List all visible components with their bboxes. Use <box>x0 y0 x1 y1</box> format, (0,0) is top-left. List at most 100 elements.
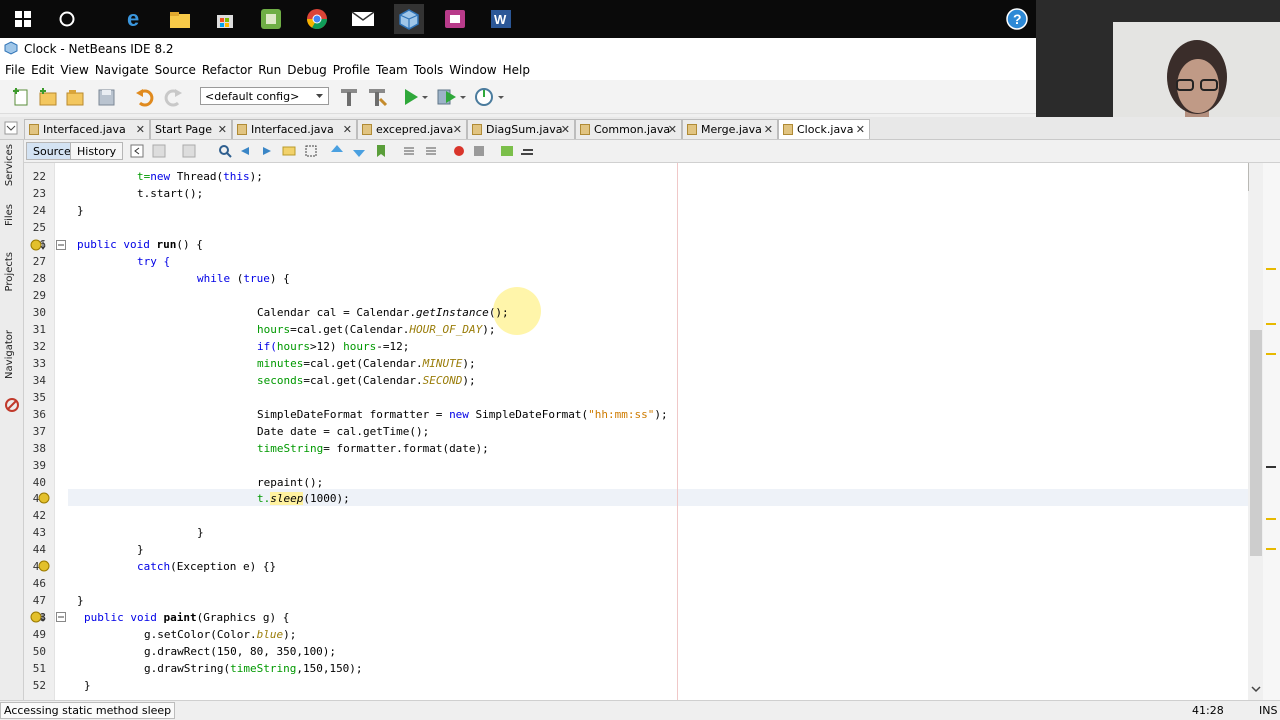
stop-macro-icon[interactable] <box>472 144 486 158</box>
debug-dropdown-icon[interactable] <box>458 87 468 107</box>
run-dropdown-icon[interactable] <box>420 87 430 107</box>
back-icon[interactable] <box>152 144 166 158</box>
open-project-icon[interactable] <box>64 87 86 107</box>
next-bookmark-icon[interactable] <box>352 144 366 158</box>
override-marker-icon[interactable] <box>30 239 48 254</box>
debug-project-icon[interactable] <box>436 87 458 107</box>
close-icon[interactable]: ✕ <box>218 123 227 136</box>
tab-common-java[interactable]: Common.java ✕ <box>575 119 682 139</box>
help-tray-icon[interactable]: ? <box>1002 4 1032 34</box>
tab-excepred-java[interactable]: excepred.java ✕ <box>357 119 467 139</box>
tab-clock-java[interactable]: Clock.java ✕ <box>778 119 870 139</box>
word-icon[interactable]: W <box>486 4 516 34</box>
find-previous-icon[interactable] <box>238 144 252 158</box>
build-icon[interactable] <box>338 87 360 107</box>
menu-window[interactable]: Window <box>446 63 499 77</box>
tasks-icon[interactable] <box>5 398 19 415</box>
tabs-scroll-left-icon[interactable] <box>4 121 18 138</box>
store-icon[interactable] <box>210 4 240 34</box>
menu-debug[interactable]: Debug <box>284 63 329 77</box>
find-selection-icon[interactable] <box>218 144 232 158</box>
menu-file[interactable]: File <box>2 63 28 77</box>
scroll-down-icon[interactable] <box>1250 683 1262 697</box>
find-next-icon[interactable] <box>260 144 274 158</box>
code-line-23: t.start(); <box>137 187 204 200</box>
warning-stripe-mark[interactable] <box>1266 323 1276 325</box>
files-dock-tab[interactable]: Files <box>4 204 15 226</box>
run-project-icon[interactable] <box>400 87 422 107</box>
caret-position[interactable]: 41:28 <box>1192 704 1224 717</box>
tab-start-page[interactable]: Start Page ✕ <box>150 119 232 139</box>
close-icon[interactable]: ✕ <box>136 123 145 136</box>
menu-edit[interactable]: Edit <box>28 63 57 77</box>
save-all-icon[interactable] <box>96 87 118 107</box>
windows-start-icon[interactable] <box>8 4 38 34</box>
forward-icon[interactable] <box>182 144 196 158</box>
warning-stripe-mark[interactable] <box>1266 548 1276 550</box>
start-macro-icon[interactable] <box>452 144 466 158</box>
mail-icon[interactable] <box>348 4 378 34</box>
close-icon[interactable]: ✕ <box>856 123 865 136</box>
menu-help[interactable]: Help <box>500 63 533 77</box>
tab-interfaced-java-2[interactable]: Interfaced.java ✕ <box>232 119 357 139</box>
menu-navigate[interactable]: Navigate <box>92 63 152 77</box>
edge-browser-icon[interactable]: e <box>120 4 150 34</box>
menu-refactor[interactable]: Refactor <box>199 63 255 77</box>
toggle-highlight-icon[interactable] <box>282 144 296 158</box>
green-app-icon[interactable] <box>256 4 286 34</box>
warning-hint-icon[interactable] <box>38 492 50 507</box>
last-edit-icon[interactable] <box>130 144 144 158</box>
line-number: 40 <box>32 476 46 489</box>
toggle-bookmark-icon[interactable] <box>374 144 388 158</box>
menu-view[interactable]: View <box>57 63 91 77</box>
scrollbar-thumb[interactable] <box>1250 330 1262 556</box>
close-icon[interactable]: ✕ <box>561 123 570 136</box>
close-icon[interactable]: ✕ <box>453 123 462 136</box>
shift-left-icon[interactable] <box>402 144 416 158</box>
menu-run[interactable]: Run <box>255 63 284 77</box>
profile-project-icon[interactable] <box>474 87 496 107</box>
tab-interfaced-java[interactable]: Interfaced.java ✕ <box>24 119 150 139</box>
code-line-37: Date date = cal.getTime(); <box>257 425 430 438</box>
chrome-icon[interactable] <box>302 4 332 34</box>
fold-toggle-icon[interactable] <box>56 611 66 625</box>
menu-profile[interactable]: Profile <box>330 63 373 77</box>
history-tab[interactable]: History <box>70 142 124 160</box>
comment-icon[interactable] <box>500 144 514 158</box>
new-file-icon[interactable] <box>10 87 32 107</box>
file-explorer-icon[interactable] <box>165 4 195 34</box>
navigator-dock-tab[interactable]: Navigator <box>4 330 15 379</box>
new-project-icon[interactable] <box>37 87 59 107</box>
warning-stripe-mark[interactable] <box>1266 268 1276 270</box>
cortana-icon[interactable] <box>52 4 82 34</box>
undo-icon[interactable] <box>134 87 156 107</box>
configuration-select[interactable]: <default config> <box>200 87 329 105</box>
uncomment-icon[interactable] <box>520 144 534 158</box>
warning-stripe-mark[interactable] <box>1266 353 1276 355</box>
menu-source[interactable]: Source <box>152 63 199 77</box>
close-icon[interactable]: ✕ <box>343 123 352 136</box>
warning-hint-icon[interactable] <box>38 560 50 575</box>
shift-right-icon[interactable] <box>424 144 438 158</box>
menu-tools[interactable]: Tools <box>411 63 447 77</box>
close-icon[interactable]: ✕ <box>764 123 773 136</box>
tab-diagsum-java[interactable]: DiagSum.java ✕ <box>467 119 575 139</box>
netbeans-taskbar-icon[interactable] <box>394 4 424 34</box>
media-app-icon[interactable] <box>440 4 470 34</box>
redo-icon[interactable] <box>162 87 184 107</box>
previous-bookmark-icon[interactable] <box>330 144 344 158</box>
close-icon[interactable]: ✕ <box>668 123 677 136</box>
profile-dropdown-icon[interactable] <box>496 87 506 107</box>
warning-stripe-mark[interactable] <box>1266 518 1276 520</box>
projects-dock-tab[interactable]: Projects <box>4 252 15 291</box>
tab-merge-java[interactable]: Merge.java ✕ <box>682 119 778 139</box>
line-number: 32 <box>32 340 46 353</box>
clean-build-icon[interactable] <box>366 87 388 107</box>
rectangular-selection-icon[interactable] <box>304 144 318 158</box>
line-number: 49 <box>32 628 46 641</box>
insert-mode[interactable]: INS <box>1259 704 1277 717</box>
fold-toggle-icon[interactable] <box>56 239 66 253</box>
override-marker-icon[interactable] <box>30 611 48 626</box>
services-dock-tab[interactable]: Services <box>4 144 15 186</box>
menu-team[interactable]: Team <box>373 63 411 77</box>
